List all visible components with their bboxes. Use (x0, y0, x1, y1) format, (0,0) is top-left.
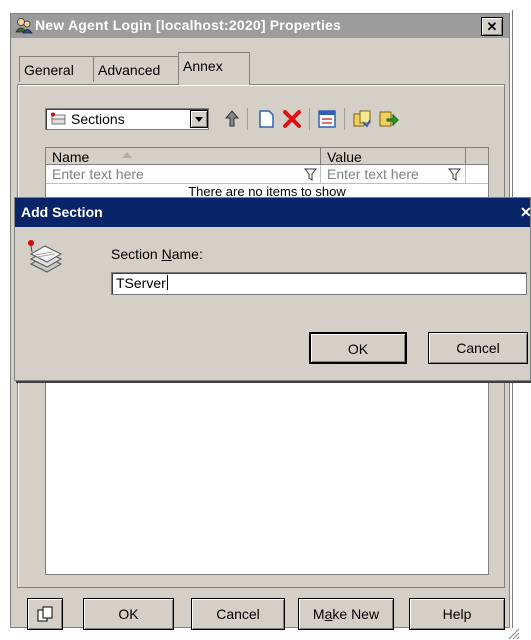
text-caret (166, 275, 168, 290)
column-header-value[interactable]: Value (321, 148, 466, 165)
section-name-label: Section Name: (111, 246, 203, 262)
resize-grip-icon[interactable] (506, 626, 520, 640)
make-new-label-a: M (312, 606, 325, 622)
filter-funnel-icon[interactable] (448, 168, 461, 181)
dialog-title-bar[interactable]: Add Section ✕ (15, 198, 531, 227)
sections-combo[interactable]: Sections (45, 108, 209, 130)
column-header-name[interactable]: Name (46, 148, 321, 165)
section-stack-icon (28, 240, 63, 273)
copy-icon[interactable] (351, 108, 373, 130)
tab-annex[interactable]: Annex (178, 52, 250, 85)
filter-funnel-icon[interactable] (304, 168, 317, 181)
move-up-icon[interactable] (221, 108, 243, 130)
help-button[interactable]: Help (409, 598, 505, 630)
grid-filter-row: Enter text here Enter text here (46, 165, 488, 184)
filter-name-placeholder: Enter text here (52, 166, 144, 182)
dialog-title: Add Section (21, 204, 103, 220)
copy-icon (37, 606, 53, 622)
filter-input-value[interactable]: Enter text here (321, 165, 466, 184)
make-new-label-b: ke New (332, 606, 380, 622)
filter-input-name[interactable]: Enter text here (46, 165, 321, 184)
chevron-down-icon (195, 117, 203, 122)
export-icon[interactable] (377, 108, 399, 130)
window-close-button[interactable]: ✕ (481, 17, 503, 36)
delete-icon[interactable] (281, 108, 303, 130)
filter-value-placeholder: Enter text here (327, 166, 419, 182)
toolbar-separator (247, 108, 248, 130)
cancel-button[interactable]: Cancel (191, 598, 285, 630)
properties-icon[interactable] (316, 108, 338, 130)
section-name-input-value: TServer (116, 275, 166, 291)
sections-combo-value: Sections (71, 111, 125, 127)
ok-button[interactable]: OK (83, 598, 174, 630)
dialog-ok-button[interactable]: OK (309, 332, 407, 364)
sort-ascending-icon (122, 152, 132, 158)
combo-dropdown-button[interactable] (190, 110, 208, 128)
copy-button[interactable] (27, 598, 63, 630)
toolbar-separator (309, 108, 310, 130)
column-header-value-label: Value (327, 149, 362, 165)
new-icon[interactable] (255, 108, 277, 130)
agent-login-icon (15, 18, 33, 34)
add-section-dialog: Add Section ✕ Section Name: TServer OK C… (14, 197, 531, 381)
sections-icon (51, 112, 66, 125)
section-name-accel: N (161, 246, 172, 262)
column-header-name-label: Name (52, 149, 90, 165)
dialog-cancel-button[interactable]: Cancel (428, 332, 528, 364)
tab-general[interactable]: General (19, 56, 94, 82)
window-title-bar[interactable]: New Agent Login [localhost:2020] Propert… (11, 14, 509, 38)
grid-header: Name Value (46, 148, 488, 165)
make-new-button[interactable]: Make New (298, 598, 394, 630)
tab-advanced[interactable]: Advanced (93, 56, 179, 82)
section-name-label-a: Section (111, 246, 162, 262)
section-name-input[interactable]: TServer (111, 272, 527, 295)
dialog-close-button[interactable]: ✕ (520, 204, 531, 221)
toolbar-separator (344, 108, 345, 130)
section-name-label-b: ame: (171, 246, 203, 262)
window-title: New Agent Login [localhost:2020] Propert… (35, 17, 342, 33)
